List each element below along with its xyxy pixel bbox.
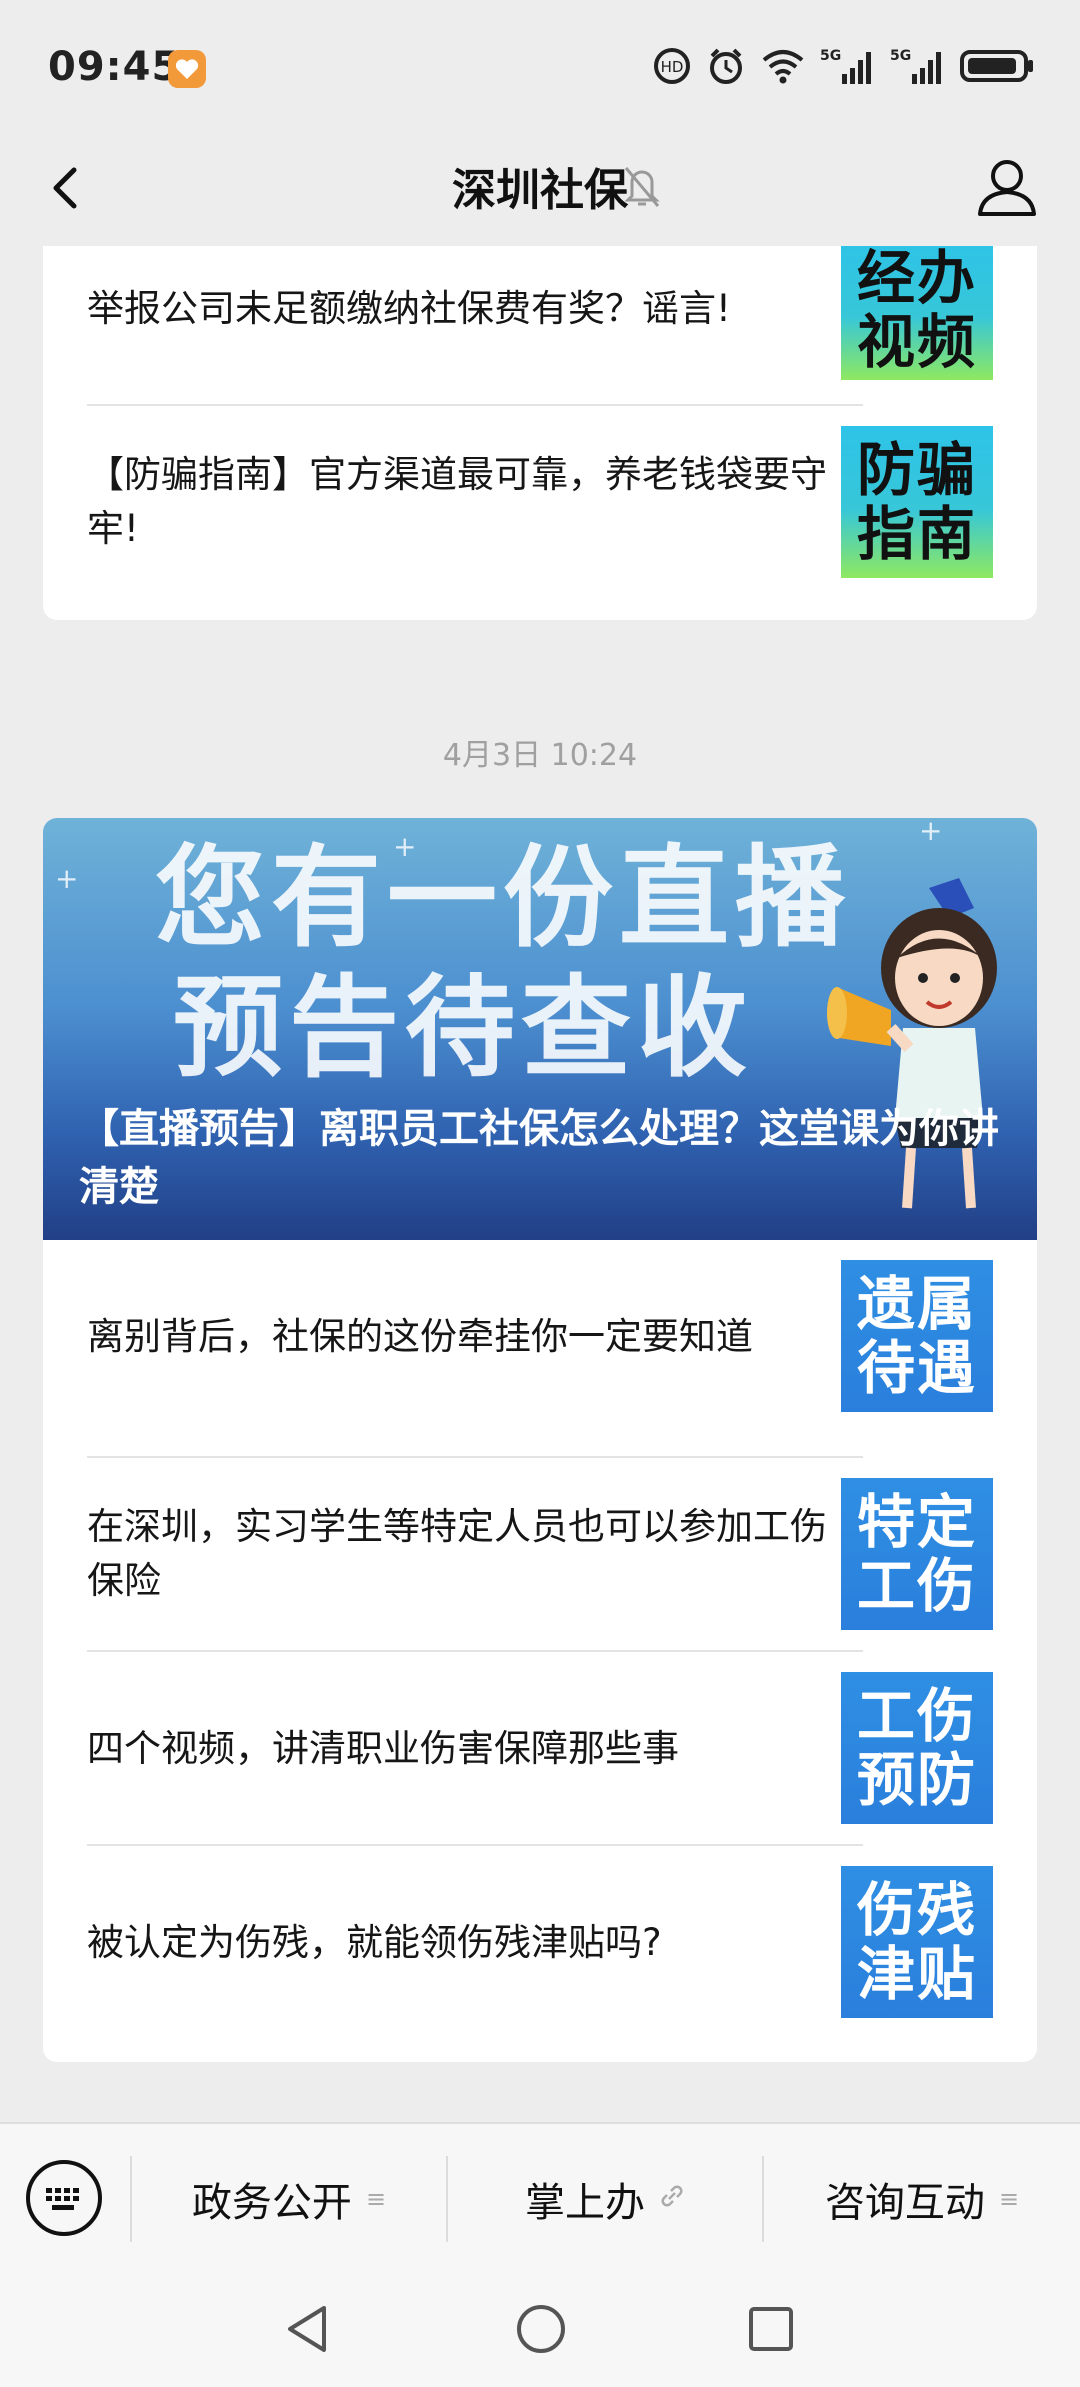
network-label-1: 5G xyxy=(820,48,841,64)
article-thumbnail: 伤残 津贴 xyxy=(841,1866,993,2018)
article-thumbnail: 遗属 待遇 xyxy=(841,1260,993,1412)
article-title: 举报公司未足额缴纳社保费有奖？谣言! xyxy=(87,287,731,330)
back-triangle-icon[interactable] xyxy=(282,2302,332,2360)
chat-header: 深圳社保 xyxy=(0,130,1080,246)
signal-5g-icon: 5G xyxy=(890,46,946,90)
wifi-icon xyxy=(760,46,806,90)
bottom-menu: 政务公开 ≡ 掌上办 咨询互动 ≡ xyxy=(0,2122,1080,2274)
battery-icon xyxy=(960,46,1036,90)
signal-5g-icon: 5G xyxy=(820,46,876,90)
banner-headline: 预告待查收 xyxy=(173,964,753,1092)
article-card: + + + 您有一份直播 预告待查收 【直播预告】离职员工社保怎么处理？这堂课为… xyxy=(43,818,1037,2062)
article-title: 在深圳，实习学生等特定人员也可以参加工伤保险 xyxy=(87,1505,827,1602)
menu-lines-icon: ≡ xyxy=(365,2185,387,2213)
alarm-icon xyxy=(706,46,746,90)
svg-text:HD: HD xyxy=(661,58,684,76)
list-item[interactable]: 【防骗指南】官方渠道最可靠，养老钱袋要守牢! 防骗 指南 xyxy=(43,406,1037,600)
menu-lines-icon: ≡ xyxy=(998,2185,1020,2213)
banner-title: 【直播预告】离职员工社保怎么处理？这堂课为你讲清楚 xyxy=(79,1106,999,1210)
status-bar: 09:45 HD 5G 5G xyxy=(0,0,1080,130)
home-circle-icon[interactable] xyxy=(514,2302,568,2360)
article-card: 举报公司未足额缴纳社保费有奖？谣言! 经办 视频 【防骗指南】官方渠道最可靠，养… xyxy=(43,246,1037,620)
list-item[interactable]: 举报公司未足额缴纳社保费有奖？谣言! 经办 视频 xyxy=(43,246,1037,406)
list-item[interactable]: 在深圳，实习学生等特定人员也可以参加工伤保险 特定 工伤 xyxy=(43,1458,1037,1652)
banner-headline: 您有一份直播 xyxy=(155,834,851,962)
menu-item-gov-affairs[interactable]: 政务公开 ≡ xyxy=(132,2124,446,2274)
list-item[interactable]: 离别背后，社保的这份牵挂你一定要知道 遗属 待遇 xyxy=(43,1240,1037,1434)
message-timestamp: 4月3日 10:24 xyxy=(442,738,638,773)
hd-icon: HD xyxy=(652,46,692,90)
app-notification-icon xyxy=(168,50,206,88)
article-title: 被认定为伤残，就能领伤残津贴吗? xyxy=(87,1921,662,1964)
featured-article-banner[interactable]: + + + 您有一份直播 预告待查收 【直播预告】离职员工社保怎么处理？这堂课为… xyxy=(43,818,1037,1240)
article-title: 离别背后，社保的这份牵挂你一定要知道 xyxy=(87,1315,753,1358)
svg-text:5G: 5G xyxy=(890,48,911,64)
link-icon xyxy=(659,2183,685,2215)
article-thumbnail: 工伤 预防 xyxy=(841,1672,993,1824)
article-thumbnail: 防骗 指南 xyxy=(841,426,993,578)
profile-icon[interactable] xyxy=(974,154,1040,220)
article-thumbnail: 特定 工伤 xyxy=(841,1478,993,1630)
keyboard-icon[interactable] xyxy=(26,2160,102,2236)
list-item[interactable]: 四个视频，讲清职业伤害保障那些事 工伤 预防 xyxy=(43,1652,1037,1846)
article-title: 四个视频，讲清职业伤害保障那些事 xyxy=(87,1727,679,1770)
status-icons: HD 5G 5G xyxy=(652,46,1036,90)
list-item[interactable]: 被认定为伤残，就能领伤残津贴吗? 伤残 津贴 xyxy=(43,1846,1037,2040)
article-thumbnail: 经办 视频 xyxy=(841,246,993,380)
menu-item-mobile-service[interactable]: 掌上办 xyxy=(448,2124,762,2274)
recents-square-icon[interactable] xyxy=(746,2304,796,2358)
mute-bell-icon xyxy=(620,162,664,214)
menu-item-consult[interactable]: 咨询互动 ≡ xyxy=(764,2124,1080,2274)
article-title: 【防骗指南】官方渠道最可靠，养老钱袋要守牢! xyxy=(87,453,827,550)
status-time: 09:45 xyxy=(48,44,181,90)
page-title: 深圳社保 xyxy=(452,165,628,216)
system-navigation-bar xyxy=(0,2272,1080,2387)
